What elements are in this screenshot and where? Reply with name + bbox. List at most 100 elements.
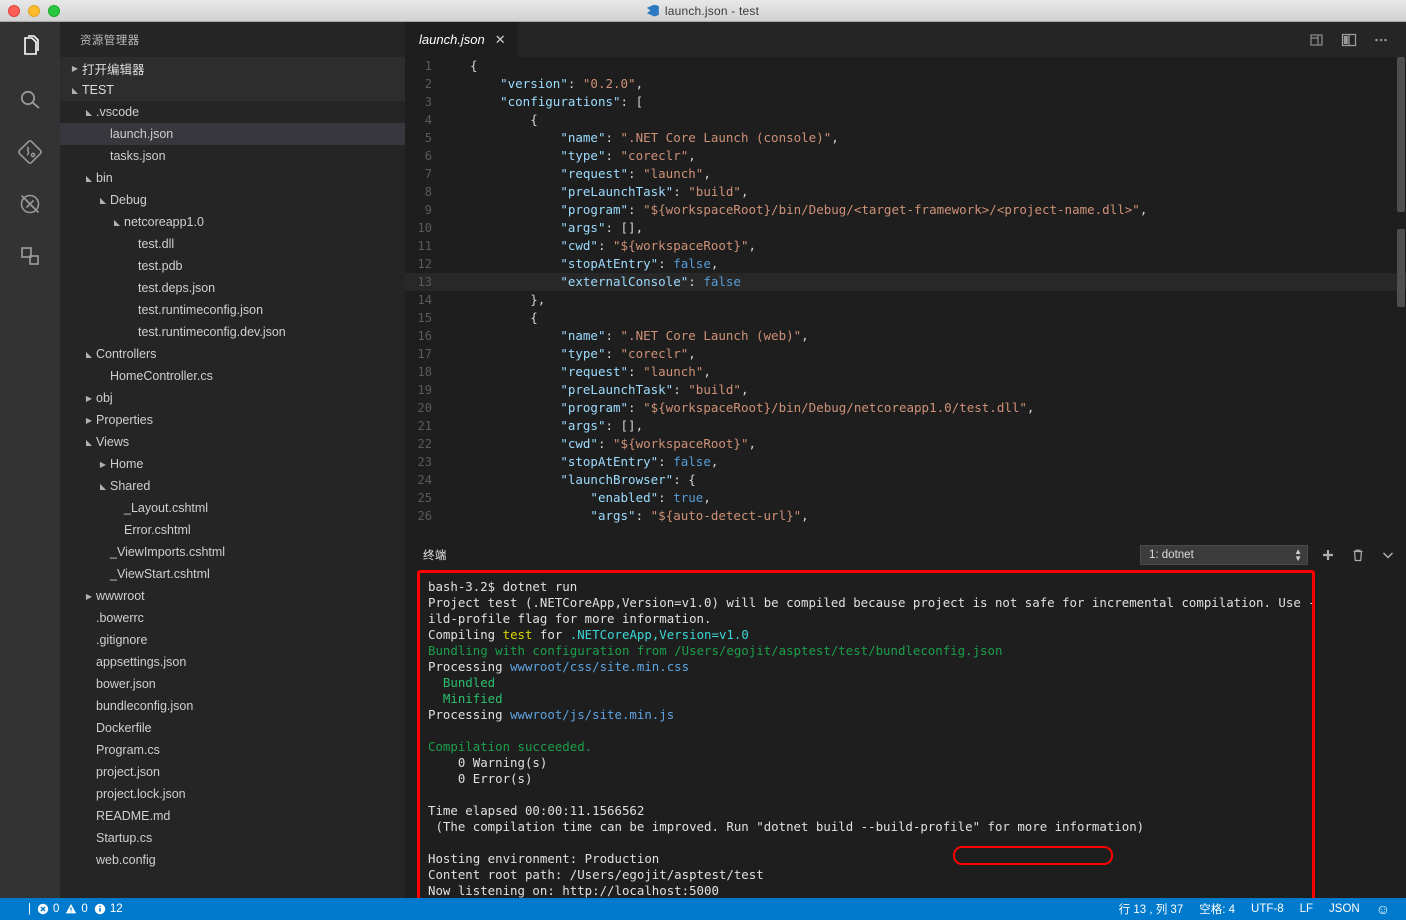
chevron-down-icon[interactable]: ◢: [96, 482, 110, 491]
chevron-down-icon[interactable]: ◢: [82, 108, 96, 117]
tree-item[interactable]: ◢TEST: [60, 79, 405, 101]
code-line-text[interactable]: "type": "coreclr",: [450, 147, 696, 165]
status-eol[interactable]: LF: [1300, 903, 1313, 915]
chevron-right-icon[interactable]: ▶: [82, 416, 96, 425]
code-line-text[interactable]: "cwd": "${workspaceRoot}",: [450, 435, 756, 453]
tree-item[interactable]: ◢Controllers: [60, 343, 405, 365]
code-line-text[interactable]: "program": "${workspaceRoot}/bin/Debug/n…: [450, 399, 1034, 417]
status-encoding[interactable]: UTF-8: [1251, 903, 1284, 915]
tree-item[interactable]: tasks.json: [60, 145, 405, 167]
code-line-text[interactable]: "type": "coreclr",: [450, 345, 696, 363]
tree-item[interactable]: _ViewStart.cshtml: [60, 563, 405, 585]
code-line-text[interactable]: {: [450, 57, 478, 75]
code-line-text[interactable]: "request": "launch",: [450, 165, 711, 183]
editor-scrollbar[interactable]: [1396, 57, 1406, 540]
chevron-down-icon[interactable]: ◢: [110, 218, 124, 227]
tree-item[interactable]: ◢Views: [60, 431, 405, 453]
hide-panel-icon[interactable]: [1378, 545, 1398, 565]
new-terminal-icon[interactable]: [1318, 545, 1338, 565]
tree-item[interactable]: _Layout.cshtml: [60, 497, 405, 519]
tree-item[interactable]: launch.json: [60, 123, 405, 145]
tree-item[interactable]: ▶wwwroot: [60, 585, 405, 607]
code-line-text[interactable]: "name": ".NET Core Launch (web)",: [450, 327, 809, 345]
window-controls[interactable]: [8, 5, 60, 17]
tree-item[interactable]: ▶打开编辑器: [60, 57, 405, 79]
tree-item[interactable]: ▶Properties: [60, 409, 405, 431]
tree-item[interactable]: ▶Home: [60, 453, 405, 475]
tree-item[interactable]: ◢Shared: [60, 475, 405, 497]
code-line-text[interactable]: "name": ".NET Core Launch (console)",: [450, 129, 839, 147]
code-line-text[interactable]: "externalConsole": false: [450, 273, 741, 291]
tree-item[interactable]: _ViewImports.cshtml: [60, 541, 405, 563]
editor-tab-launch-json[interactable]: launch.json ✕: [405, 22, 519, 57]
chevron-right-icon[interactable]: ▶: [96, 460, 110, 469]
kill-terminal-icon[interactable]: [1348, 545, 1368, 565]
close-icon[interactable]: ✕: [495, 32, 506, 48]
status-remote[interactable]: |: [28, 903, 31, 915]
code-line-text[interactable]: "version": "0.2.0",: [450, 75, 643, 93]
status-language-mode[interactable]: JSON: [1329, 903, 1360, 915]
chevron-down-icon[interactable]: ◢: [82, 438, 96, 447]
minimize-button[interactable]: [28, 5, 40, 17]
activity-item-search[interactable]: [0, 74, 60, 126]
tree-item[interactable]: .bowerrc: [60, 607, 405, 629]
tree-item[interactable]: Dockerfile: [60, 717, 405, 739]
code-line-text[interactable]: "configurations": [: [450, 93, 643, 111]
tree-item[interactable]: bundleconfig.json: [60, 695, 405, 717]
tree-item[interactable]: ◢Debug: [60, 189, 405, 211]
tree-item[interactable]: .gitignore: [60, 629, 405, 651]
code-line-text[interactable]: "args": "${auto-detect-url}",: [450, 507, 809, 525]
status-infos[interactable]: 12: [94, 903, 123, 915]
panel-tab-terminal[interactable]: 终端: [423, 547, 447, 563]
chevron-right-icon[interactable]: ▶: [82, 592, 96, 601]
code-line-text[interactable]: "stopAtEntry": false,: [450, 255, 718, 273]
tree-item[interactable]: test.deps.json: [60, 277, 405, 299]
chevron-right-icon[interactable]: ▶: [68, 64, 82, 73]
status-indentation[interactable]: 空格: 4: [1199, 901, 1235, 917]
tree-item[interactable]: ◢netcoreapp1.0: [60, 211, 405, 233]
tree-item[interactable]: Program.cs: [60, 739, 405, 761]
code-line-text[interactable]: "enabled": true,: [450, 489, 711, 507]
tree-item[interactable]: project.json: [60, 761, 405, 783]
tree-item[interactable]: ◢.vscode: [60, 101, 405, 123]
tree-item[interactable]: test.runtimeconfig.json: [60, 299, 405, 321]
chevron-down-icon[interactable]: ◢: [82, 350, 96, 359]
tree-item[interactable]: README.md: [60, 805, 405, 827]
tree-item[interactable]: Startup.cs: [60, 827, 405, 849]
status-warnings[interactable]: 0: [65, 903, 87, 915]
terminal-view[interactable]: bash-3.2$ dotnet runProject test (.NETCo…: [417, 570, 1315, 910]
chevron-down-icon[interactable]: ◢: [82, 174, 96, 183]
maximize-button[interactable]: [48, 5, 60, 17]
tree-item[interactable]: test.pdb: [60, 255, 405, 277]
tree-item[interactable]: test.runtimeconfig.dev.json: [60, 321, 405, 343]
code-line-text[interactable]: {: [450, 111, 538, 129]
status-errors[interactable]: 0: [37, 903, 59, 915]
tree-item[interactable]: ◢bin: [60, 167, 405, 189]
chevron-down-icon[interactable]: ◢: [96, 196, 110, 205]
tree-item[interactable]: ▶obj: [60, 387, 405, 409]
code-line-text[interactable]: "args": [],: [450, 417, 643, 435]
code-line-text[interactable]: "stopAtEntry": false,: [450, 453, 718, 471]
terminal-select[interactable]: 1: dotnet ▲▼: [1140, 545, 1308, 565]
activity-item-debug[interactable]: [0, 178, 60, 230]
feedback-smiley-icon[interactable]: ☺: [1376, 901, 1390, 917]
open-preview-icon[interactable]: [1306, 29, 1328, 51]
activity-item-explorer[interactable]: [0, 22, 60, 74]
tree-item[interactable]: appsettings.json: [60, 651, 405, 673]
chevron-right-icon[interactable]: ▶: [82, 394, 96, 403]
tree-item[interactable]: Error.cshtml: [60, 519, 405, 541]
tree-item[interactable]: project.lock.json: [60, 783, 405, 805]
tree-item[interactable]: test.dll: [60, 233, 405, 255]
code-line-text[interactable]: "preLaunchTask": "build",: [450, 183, 748, 201]
tree-item[interactable]: bower.json: [60, 673, 405, 695]
split-editor-icon[interactable]: [1338, 29, 1360, 51]
activity-item-source-control[interactable]: [0, 126, 60, 178]
chevron-down-icon[interactable]: ◢: [68, 86, 82, 95]
status-cursor-position[interactable]: 行 13 , 列 37: [1119, 901, 1184, 917]
code-line-text[interactable]: "launchBrowser": {: [450, 471, 696, 489]
more-actions-icon[interactable]: [1370, 29, 1392, 51]
code-line-text[interactable]: "cwd": "${workspaceRoot}",: [450, 237, 756, 255]
code-line-text[interactable]: "request": "launch",: [450, 363, 711, 381]
code-line-text[interactable]: "preLaunchTask": "build",: [450, 381, 748, 399]
code-line-text[interactable]: "program": "${workspaceRoot}/bin/Debug/<…: [450, 201, 1147, 219]
